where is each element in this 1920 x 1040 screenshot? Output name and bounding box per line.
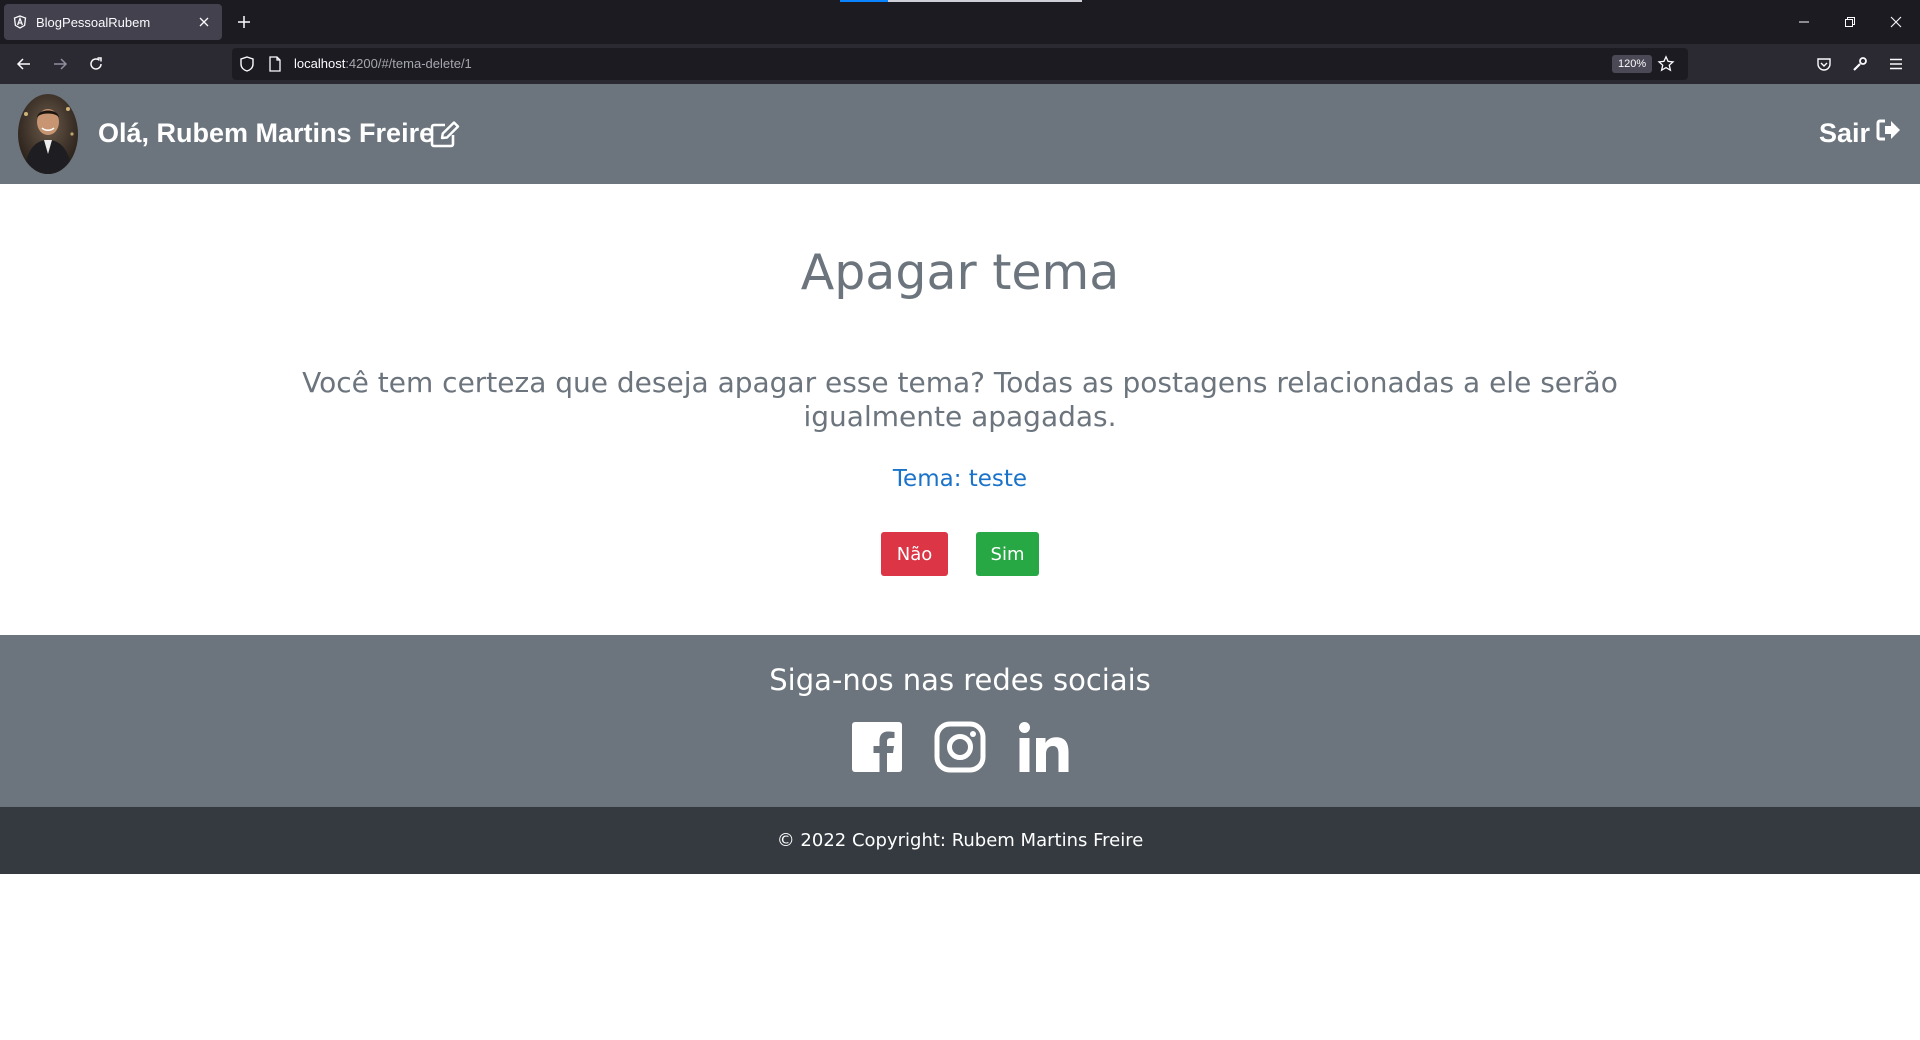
wrench-icon[interactable] [1848, 52, 1872, 76]
browser-navbar: localhost:4200/#/tema-delete/1 120% [0, 44, 1920, 84]
logout-button[interactable]: Sair [1819, 118, 1902, 149]
forward-icon[interactable] [48, 52, 72, 76]
cancel-button[interactable]: Não [881, 532, 948, 576]
page: Olá, Rubem Martins Freire Sair Apagar te… [0, 84, 1920, 1040]
sign-out-icon [1876, 118, 1902, 149]
tema-name: Tema: teste [892, 466, 1028, 492]
confirm-delete-button[interactable]: Sim [976, 532, 1039, 576]
address-bar[interactable]: localhost:4200/#/tema-delete/1 120% [232, 48, 1688, 80]
copyright-text: © 2022 Copyright: Rubem Martins Freire [776, 830, 1144, 851]
url-text[interactable]: localhost:4200/#/tema-delete/1 [294, 56, 472, 71]
tab-title: BlogPessoalRubem [36, 14, 151, 30]
footer-copyright: © 2022 Copyright: Rubem Martins Freire [0, 807, 1920, 874]
user-greeting: Olá, Rubem Martins Freire [98, 118, 435, 148]
instagram-icon[interactable] [934, 721, 986, 773]
avatar [18, 94, 78, 174]
reload-icon[interactable] [84, 52, 108, 76]
pocket-icon[interactable] [1812, 52, 1836, 76]
back-icon[interactable] [12, 52, 36, 76]
angular-icon [12, 14, 28, 30]
shield-icon[interactable] [238, 55, 256, 73]
browser-tab[interactable]: BlogPessoalRubem [4, 4, 222, 40]
menu-icon[interactable] [1884, 52, 1908, 76]
close-tab-icon[interactable] [192, 10, 216, 34]
close-window-icon[interactable] [1882, 8, 1910, 36]
footer-social: Siga-nos nas redes sociais [0, 635, 1920, 807]
url-path: :4200/#/tema-delete/1 [345, 56, 472, 71]
edit-profile-icon[interactable] [430, 120, 460, 148]
page-icon[interactable] [266, 55, 284, 73]
bookmark-star-icon[interactable] [1656, 54, 1676, 74]
browser-tabbar: BlogPessoalRubem [0, 0, 1920, 44]
logout-label: Sair [1818, 118, 1870, 148]
restore-icon[interactable] [1836, 8, 1864, 36]
confirm-question: Você tem certeza que deseja apagar esse … [302, 366, 1618, 433]
new-tab-icon[interactable] [232, 10, 256, 34]
facebook-icon[interactable] [851, 721, 903, 773]
page-title: Apagar tema [800, 244, 1120, 301]
url-host: localhost [294, 56, 346, 71]
social-title: Siga-nos nas redes sociais [769, 663, 1151, 697]
loading-indicator [840, 0, 1082, 2]
minimize-icon[interactable] [1790, 8, 1818, 36]
site-header: Olá, Rubem Martins Freire Sair [0, 84, 1920, 184]
zoom-level[interactable]: 120% [1612, 55, 1653, 73]
linkedin-icon[interactable] [1018, 721, 1070, 773]
